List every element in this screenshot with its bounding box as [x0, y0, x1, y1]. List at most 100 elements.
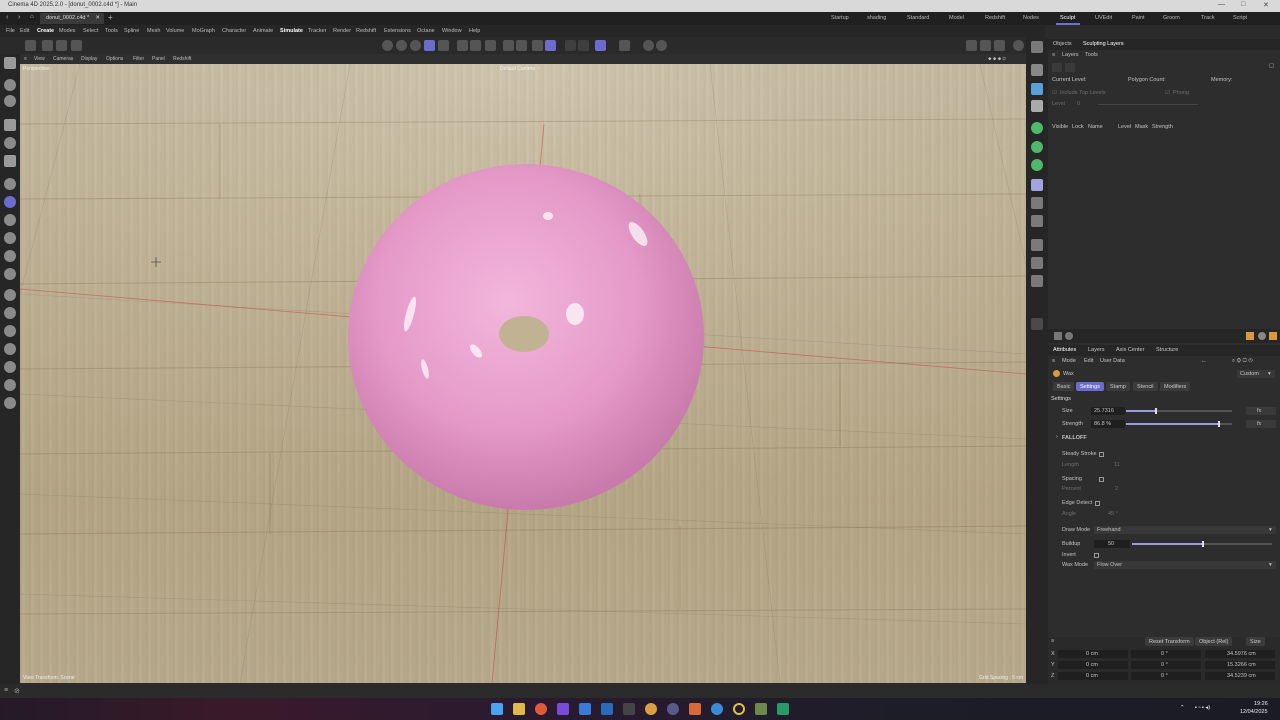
field-icon[interactable]	[1031, 197, 1043, 209]
coordinates-menu-icon[interactable]: ≡	[1051, 638, 1054, 644]
layout-tab-redshift[interactable]: Redshift	[985, 15, 1005, 21]
steady-stroke-checkbox[interactable]	[1099, 452, 1104, 457]
rotate-tool-icon[interactable]	[4, 137, 16, 149]
layout-tab-startup[interactable]: Startup	[831, 15, 849, 21]
menu-redshift[interactable]: Redshift	[356, 28, 376, 34]
close-tab-icon[interactable]: ✕	[95, 15, 100, 21]
light-icon[interactable]	[1031, 239, 1043, 251]
tab-objects[interactable]: Objects	[1053, 41, 1072, 47]
search-icon-attributes[interactable]: ⌕ ⚙ ▢ ◷	[1232, 358, 1253, 365]
settings-icon[interactable]	[1258, 332, 1266, 340]
tab-layers[interactable]: Layers	[1088, 347, 1105, 353]
attr-menu-edit[interactable]: Edit	[1084, 358, 1093, 364]
layout-tab-sculpt[interactable]: Sculpt	[1060, 15, 1075, 21]
pinch-brush-icon[interactable]	[4, 289, 16, 301]
layer-add-icon[interactable]	[1052, 63, 1062, 72]
tab-axis-center[interactable]: Axis Center	[1116, 347, 1144, 353]
x-axis-icon[interactable]	[382, 40, 393, 51]
pos-x-field[interactable]: 0 cm	[1058, 650, 1128, 658]
strength-fx-button[interactable]: fx	[1246, 420, 1276, 428]
subtab-stencil[interactable]: Stencil	[1133, 382, 1158, 391]
spacing-checkbox[interactable]	[1099, 477, 1104, 482]
size-fx-button[interactable]: fx	[1246, 407, 1276, 415]
select-tool-icon[interactable]	[4, 79, 16, 91]
menu-select[interactable]: Select	[83, 28, 98, 34]
menu-tools[interactable]: Tools	[105, 28, 118, 34]
status-menu-icon[interactable]: ≡	[4, 687, 8, 694]
text-icon[interactable]	[1031, 100, 1043, 112]
close-window-icon[interactable]: ✕	[1263, 1, 1269, 9]
chrome-icon[interactable]	[535, 703, 547, 715]
strength-field[interactable]: 86.8 %	[1091, 420, 1125, 428]
primitive-cube-outline-icon[interactable]	[1031, 64, 1043, 76]
menu-mograph[interactable]: MoGraph	[192, 28, 215, 34]
size-mode-dropdown[interactable]: Size	[1246, 637, 1265, 646]
pos-y-field[interactable]: 0 cm	[1058, 661, 1128, 669]
spline-icon[interactable]	[1031, 179, 1043, 191]
menu-help[interactable]: Help	[469, 28, 480, 34]
forward-icon[interactable]: ›	[18, 14, 20, 21]
layout-tab-nodes[interactable]: Nodes	[1023, 15, 1039, 21]
attr-menu-mode[interactable]: Mode	[1062, 358, 1076, 364]
panel-expand-icon[interactable]: ▢	[1269, 63, 1274, 69]
strength-slider-knob[interactable]	[1218, 421, 1220, 427]
menu-octane[interactable]: Octane	[417, 28, 435, 34]
amplify-brush-icon[interactable]	[4, 379, 16, 391]
attr-menu-user-data[interactable]: User Data	[1100, 358, 1125, 364]
smooth-brush-icon[interactable]	[4, 232, 16, 244]
cloner-icon[interactable]	[1031, 141, 1043, 153]
size-slider-knob[interactable]	[1155, 408, 1157, 414]
workplane-icon[interactable]	[485, 40, 496, 51]
buildup-slider-knob[interactable]	[1202, 541, 1204, 547]
scale-tool-icon[interactable]	[4, 155, 16, 167]
search-icon[interactable]	[4, 57, 16, 69]
deformer-icon[interactable]	[1031, 159, 1043, 171]
live-select-icon[interactable]	[4, 95, 16, 107]
grid-icon[interactable]	[532, 40, 543, 51]
brush-library-icon[interactable]	[1269, 332, 1277, 340]
sculpt-grid-icon[interactable]	[545, 40, 556, 51]
tab-sculpting-layers[interactable]: Sculpting Layers	[1083, 41, 1124, 47]
viewport-menu-panel[interactable]: Panel	[152, 56, 165, 62]
level-value[interactable]: 0	[1077, 101, 1080, 107]
model-mode-icon[interactable]	[438, 40, 449, 51]
layout-icon-3[interactable]	[994, 40, 1005, 51]
back-arrow-icon[interactable]: ←	[1201, 358, 1207, 364]
viewport-menu-view[interactable]: View	[34, 56, 45, 62]
include-top-levels-checkbox[interactable]: ☑	[1052, 90, 1057, 96]
object-mode-icon[interactable]	[424, 40, 435, 51]
edge-detect-checkbox[interactable]	[1095, 501, 1100, 506]
render-settings-icon[interactable]	[516, 40, 527, 51]
cube-icon[interactable]	[1031, 83, 1043, 95]
undo-icon[interactable]	[25, 40, 36, 51]
layout-tab-paint[interactable]: Paint	[1132, 15, 1145, 21]
subtab-settings[interactable]: Settings	[1076, 382, 1104, 391]
subtab-stamp[interactable]: Stamp	[1106, 382, 1130, 391]
menu-mesh[interactable]: Mesh	[147, 28, 160, 34]
app-icon-dark[interactable]	[623, 703, 635, 715]
attributes-menu-icon[interactable]: ≡	[1052, 358, 1055, 364]
grab-brush-icon[interactable]	[4, 178, 16, 190]
layout-tab-track[interactable]: Track	[1201, 15, 1215, 21]
menu-character[interactable]: Character	[222, 28, 246, 34]
freeze-icon[interactable]	[619, 40, 630, 51]
layout-tab-model[interactable]: Model	[949, 15, 964, 21]
move-tool-icon[interactable]	[4, 119, 16, 131]
panel-menu-icon[interactable]: ≡	[1052, 52, 1055, 58]
viewport-menu-filter[interactable]: Filter	[133, 56, 144, 62]
environment-icon[interactable]	[1031, 275, 1043, 287]
document-tab[interactable]: donut_0002.c4d * ✕	[40, 13, 104, 24]
sync-icon[interactable]	[1013, 40, 1024, 51]
generator-icon[interactable]	[1031, 122, 1043, 134]
menu-window[interactable]: Window	[442, 28, 462, 34]
app-icon-green[interactable]	[755, 703, 767, 715]
knife-brush-icon[interactable]	[4, 307, 16, 319]
preset-dropdown[interactable]: Custom ▾	[1237, 370, 1275, 378]
inflate-brush-icon[interactable]	[4, 268, 16, 280]
settings-gear-icon[interactable]	[470, 40, 481, 51]
layout-icon-1[interactable]	[966, 40, 977, 51]
viewport-menu-icon[interactable]: ≡	[24, 56, 27, 62]
app-icon-globe[interactable]	[711, 703, 723, 715]
brush-preset-icon[interactable]	[1246, 332, 1254, 340]
subtab-modifiers[interactable]: Modifiers	[1160, 382, 1191, 391]
